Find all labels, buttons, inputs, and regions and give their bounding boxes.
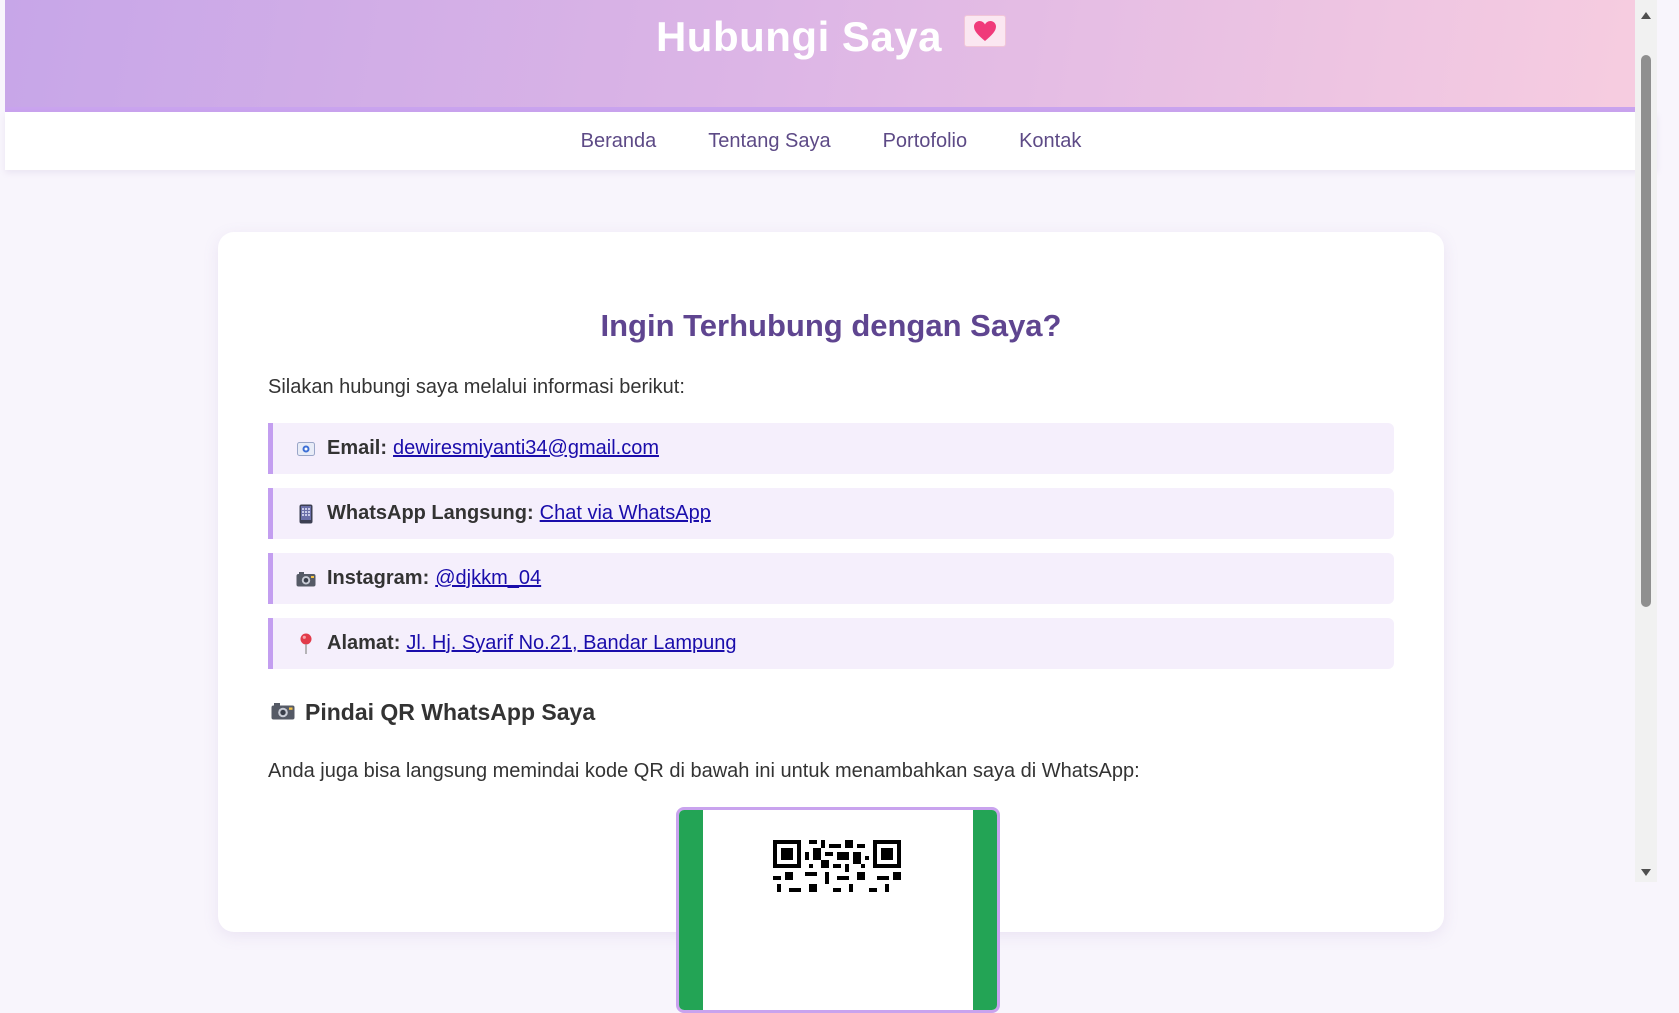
qr-heading: Pindai QR WhatsApp Saya (271, 699, 1394, 726)
heart-letter-icon (964, 15, 1007, 47)
nav-item-beranda[interactable]: Beranda (581, 112, 657, 170)
camera-icon (271, 699, 295, 726)
email-icon (295, 441, 317, 456)
page-title: Hubungi Saya (5, 0, 1657, 61)
nav-item-portofolio[interactable]: Portofolio (883, 112, 968, 170)
intro-text: Silakan hubungi saya melalui informasi b… (268, 376, 685, 398)
nav-item-tentang-saya[interactable]: Tentang Saya (708, 112, 830, 170)
address-link[interactable]: Jl. Hj. Syarif No.21, Bandar Lampung (406, 632, 736, 655)
whatsapp-link[interactable]: Chat via WhatsApp (540, 502, 711, 525)
instagram-link[interactable]: @djkkm_04 (435, 567, 541, 590)
nav-item-kontak[interactable]: Kontak (1019, 112, 1081, 170)
main-nav: Beranda Tentang Saya Portofolio Kontak (5, 112, 1657, 170)
scrollbar[interactable] (1635, 0, 1657, 882)
contact-heading: Ingin Terhubung dengan Saya? (600, 308, 1062, 343)
header: Hubungi Saya (5, 0, 1657, 112)
camera-icon (295, 571, 317, 587)
contact-label: Email: (327, 437, 388, 459)
contact-list: Email: dewiresmiyanti34@gmail.com WhatsA… (268, 423, 1394, 669)
qr-code-frame (676, 807, 1000, 1013)
scroll-up-icon[interactable] (1641, 12, 1651, 19)
qr-code-image (773, 840, 901, 968)
contact-label: WhatsApp Langsung: (327, 502, 534, 524)
qr-description: Anda juga bisa langsung memindai kode QR… (268, 760, 1140, 782)
scrollbar-thumb[interactable] (1641, 55, 1651, 607)
scroll-down-icon[interactable] (1641, 869, 1651, 876)
contact-item-instagram: Instagram: @djkkm_04 (268, 553, 1394, 604)
contact-card: Ingin Terhubung dengan Saya? Silakan hub… (218, 232, 1444, 1013)
page: Hubungi Saya Beranda Tentang Saya Portofol… (5, 0, 1657, 1013)
contact-item-address: Alamat: Jl. Hj. Syarif No.21, Bandar Lam… (268, 618, 1394, 669)
contact-item-whatsapp: WhatsApp Langsung: Chat via WhatsApp (268, 488, 1394, 539)
qr-frame-border (679, 810, 703, 1010)
qr-frame-border (973, 810, 997, 1010)
contact-label: Alamat: (327, 632, 401, 654)
phone-icon (295, 504, 317, 524)
email-link[interactable]: dewiresmiyanti34@gmail.com (393, 437, 659, 460)
contact-label: Instagram: (327, 567, 430, 589)
pin-icon (295, 633, 317, 655)
contact-item-email: Email: dewiresmiyanti34@gmail.com (268, 423, 1394, 474)
